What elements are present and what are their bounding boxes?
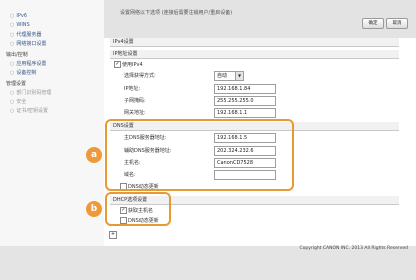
instruction-text: 设置网络以下选项 (连接后需要注销用户/重启设备) xyxy=(120,10,233,16)
sidebar-item-device-control[interactable]: ○ 设备控制 xyxy=(10,69,36,76)
bullet-icon: ○ xyxy=(10,108,15,114)
footer: Copyright CANON INC. 2013 All Rights Res… xyxy=(0,246,416,280)
bullet-icon: ○ xyxy=(10,22,15,28)
dns-settings-highlight xyxy=(105,119,294,191)
sidebar-item-proxy[interactable]: ○ 代理服务器 xyxy=(10,31,41,38)
method-label: 选择获得方式: xyxy=(124,73,156,79)
expand-toggle[interactable]: + xyxy=(109,231,117,239)
sidebar-item-app-settings[interactable]: ○ 应用程序设置 xyxy=(10,60,46,67)
subnet-mask-field[interactable]: 255.255.255.0 xyxy=(214,96,276,106)
sidebar-item-label: 应用程序设置 xyxy=(16,61,47,67)
ip-address-field[interactable]: 192.168.1.84 xyxy=(214,84,276,94)
top-bar: 设置网络以下选项 (连接后需要注销用户/重启设备) 确定 取消 xyxy=(104,0,416,38)
bullet-icon: ○ xyxy=(10,70,15,76)
ip-address-label: IP地址: xyxy=(124,86,141,92)
bullet-icon: ○ xyxy=(10,90,15,96)
method-select-value: 自动 xyxy=(217,73,228,79)
sidebar-item-label: 部门识别码管理 xyxy=(16,90,52,96)
sidebar-item-security[interactable]: ○ 安全 xyxy=(10,98,26,105)
sidebar-group-output: 输出/控制 xyxy=(6,52,28,58)
bullet-icon: ○ xyxy=(10,61,15,67)
dhcp-settings-highlight xyxy=(105,192,171,226)
ip-address-section-header: IP地址设置 xyxy=(110,50,399,59)
sidebar-item-label: 代理服务器 xyxy=(16,32,42,38)
use-ipv4-checkbox[interactable]: ✓ xyxy=(114,61,121,68)
ok-button[interactable]: 确定 xyxy=(362,18,384,29)
sidebar-item-ipv6[interactable]: ○ IPv6 xyxy=(10,13,27,19)
use-ipv4-label: 使用IPv4 xyxy=(122,62,143,68)
bullet-icon: ○ xyxy=(10,13,15,19)
callout-badge-a: a xyxy=(86,147,102,163)
bullet-icon: ○ xyxy=(10,32,15,38)
sidebar-item-dept-id[interactable]: ○ 部门识别码管理 xyxy=(10,89,51,96)
bullet-icon: ○ xyxy=(10,99,15,105)
sidebar-item-label: 网络接口设置 xyxy=(16,41,47,47)
gateway-label: 网关地址: xyxy=(124,110,146,116)
subnet-mask-label: 子网掩码: xyxy=(124,98,146,104)
callout-badge-b: b xyxy=(86,201,102,217)
ipv4-section-header: IPv4设置 xyxy=(110,38,399,47)
chevron-down-icon: ▼ xyxy=(235,72,243,80)
sidebar-item-label: 安全 xyxy=(16,99,27,105)
sidebar: ○ IPv6 ○ WINS ○ 代理服务器 ○ 网络接口设置 输出/控制 ○ 应用程序设置… xyxy=(0,0,104,258)
sidebar-item-label: WINS xyxy=(16,22,30,28)
copyright-text: Copyright CANON INC. 2013 All Rights Res… xyxy=(299,246,408,251)
method-select[interactable]: 自动 ▼ xyxy=(214,71,244,81)
cancel-button[interactable]: 取消 xyxy=(386,18,408,29)
sidebar-group-management: 管理设置 xyxy=(6,81,27,87)
bullet-icon: ○ xyxy=(10,41,15,47)
sidebar-item-interface[interactable]: ○ 网络接口设置 xyxy=(10,40,46,47)
sidebar-item-wins[interactable]: ○ WINS xyxy=(10,22,30,28)
sidebar-item-label: IPv6 xyxy=(16,13,28,19)
sidebar-item-label: 证书/密钥设置 xyxy=(16,108,49,114)
sidebar-item-label: 设备控制 xyxy=(16,70,37,76)
sidebar-item-certificates[interactable]: ○ 证书/密钥设置 xyxy=(10,107,48,114)
gateway-field[interactable]: 192.168.1.1 xyxy=(214,108,276,118)
